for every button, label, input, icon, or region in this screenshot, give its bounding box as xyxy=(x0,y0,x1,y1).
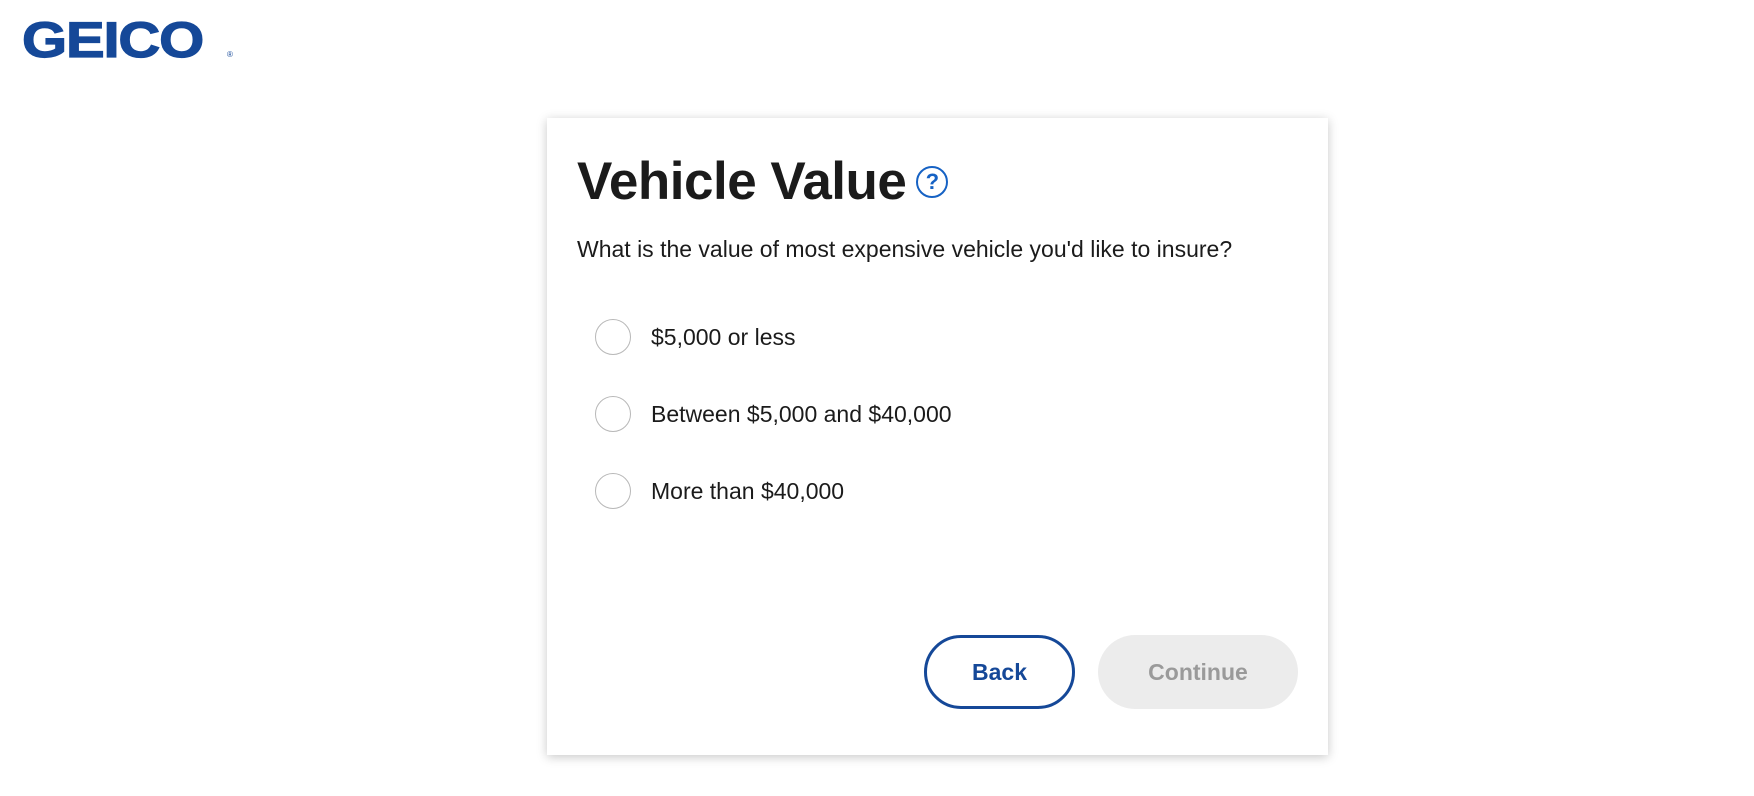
back-button[interactable]: Back xyxy=(924,635,1075,709)
continue-button[interactable]: Continue xyxy=(1098,635,1298,709)
geico-logo[interactable]: GEICO ® xyxy=(21,14,233,65)
radio-button[interactable] xyxy=(595,319,631,355)
option-label: $5,000 or less xyxy=(651,323,796,350)
page-title: Vehicle Value xyxy=(577,152,907,211)
option-label: More than $40,000 xyxy=(651,477,845,504)
option-label: Between $5,000 and $40,000 xyxy=(651,400,952,427)
logo-wordmark: GEICO xyxy=(21,12,205,68)
registered-mark: ® xyxy=(227,50,233,59)
question-card: Vehicle Value ? What is the value of mos… xyxy=(547,118,1328,755)
option-5000-or-less[interactable]: $5,000 or less xyxy=(595,318,952,356)
question-mark-icon[interactable]: ? xyxy=(916,166,949,198)
option-between-5000-and-40000[interactable]: Between $5,000 and $40,000 xyxy=(595,395,952,433)
vehicle-value-options: $5,000 or less Between $5,000 and $40,00… xyxy=(595,318,952,549)
radio-button[interactable] xyxy=(595,473,631,509)
radio-button[interactable] xyxy=(595,396,631,432)
title-row: Vehicle Value ? xyxy=(577,152,949,212)
option-more-than-40000[interactable]: More than $40,000 xyxy=(595,472,952,510)
question-prompt: What is the value of most expensive vehi… xyxy=(577,236,1233,262)
